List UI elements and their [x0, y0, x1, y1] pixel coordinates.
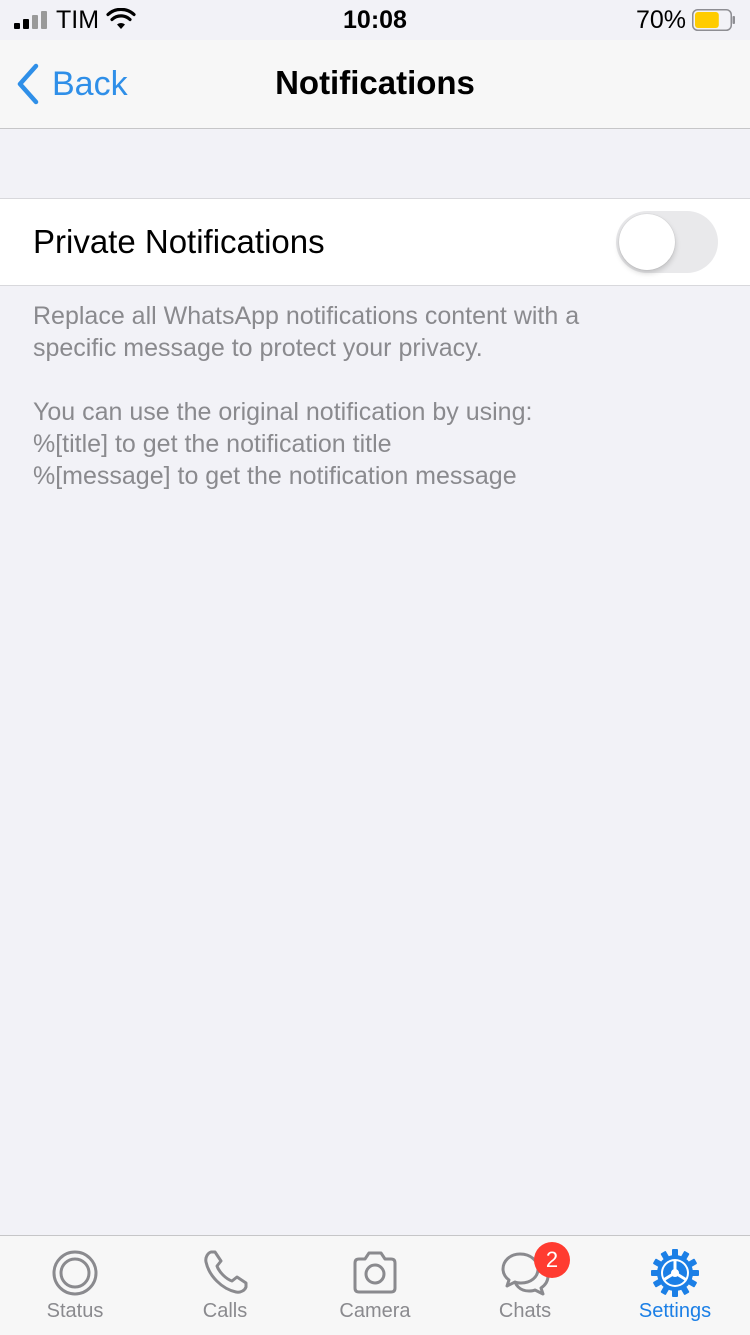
phone-icon: [204, 1250, 248, 1294]
tab-label: Settings: [638, 1300, 712, 1322]
gear-icon: [651, 1249, 699, 1297]
toggle-knob: [619, 214, 675, 270]
footer-line: %[message] to get the notification messa…: [33, 462, 517, 490]
tab-status[interactable]: Status: [0, 1236, 150, 1335]
tab-label: Camera: [339, 1300, 411, 1322]
unread-badge: 2: [534, 1242, 570, 1278]
page-title: Notifications: [275, 64, 475, 101]
footer-line: %[title] to get the notification title: [33, 430, 392, 458]
footer-line: specific message to protect your privacy…: [33, 334, 483, 362]
status-icon: [52, 1250, 98, 1296]
tab-label: Calls: [202, 1300, 248, 1322]
tab-chats[interactable]: 2 Chats: [450, 1236, 600, 1335]
settings-footer-text: Replace all WhatsApp notifications conte…: [33, 300, 723, 492]
navigation-bar: Back Notifications: [0, 40, 750, 129]
tab-calls[interactable]: Calls: [150, 1236, 300, 1335]
tab-label: Status: [46, 1300, 104, 1322]
footer-line: Replace all WhatsApp notifications conte…: [33, 302, 580, 330]
camera-icon: [353, 1251, 397, 1294]
tab-camera[interactable]: Camera: [300, 1236, 450, 1335]
private-notifications-label: Private Notifications: [33, 223, 325, 260]
footer-line: You can use the original notification by…: [33, 398, 533, 426]
battery-percent: 70%: [635, 6, 686, 34]
tab-bar: Status Calls Camera 2 Chats Settings: [0, 1235, 750, 1335]
private-notifications-row: Private Notifications: [0, 198, 750, 286]
status-bar: TIM 10:08 70%: [0, 0, 750, 40]
tab-label: Chats: [498, 1300, 552, 1322]
tab-settings[interactable]: Settings: [600, 1236, 750, 1335]
battery-icon: [692, 9, 735, 31]
private-notifications-toggle[interactable]: [616, 211, 718, 273]
